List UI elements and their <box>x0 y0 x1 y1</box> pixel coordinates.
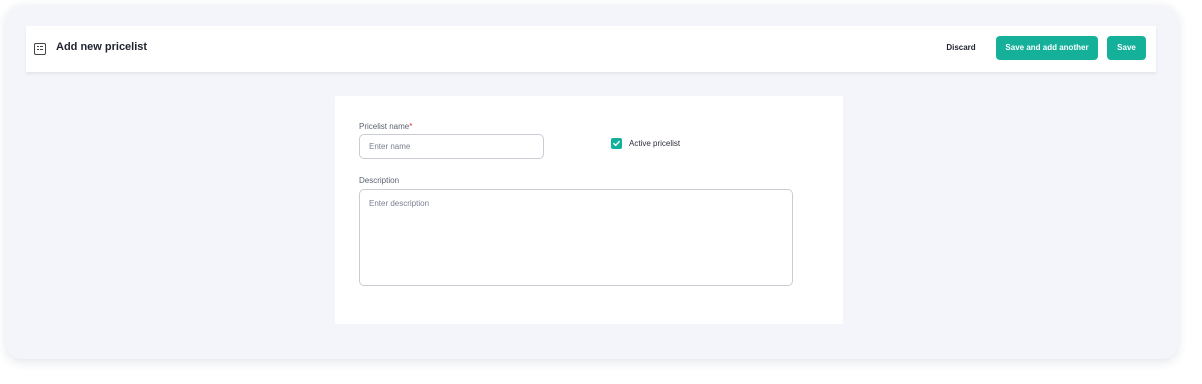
pricelist-name-label-text: Pricelist name <box>359 122 410 131</box>
description-label: Description <box>359 176 400 185</box>
app-window: Add new pricelist Discard Save and add a… <box>6 5 1178 359</box>
pricelist-name-label: Pricelist name* <box>359 122 412 131</box>
pricelist-form-card: Pricelist name* Active pricelist Descrip… <box>335 96 843 324</box>
page-title: Add new pricelist <box>56 41 148 53</box>
active-pricelist-label: Active pricelist <box>629 139 681 148</box>
page-header: Add new pricelist Discard Save and add a… <box>26 26 1156 72</box>
save-and-add-another-button[interactable]: Save and add another <box>996 36 1098 60</box>
active-pricelist-checkbox[interactable] <box>611 138 622 149</box>
pricelist-name-input[interactable] <box>359 134 544 159</box>
description-textarea[interactable] <box>359 189 793 286</box>
pricelist-icon <box>34 43 46 55</box>
save-button[interactable]: Save <box>1107 36 1146 60</box>
checkmark-icon <box>613 140 620 147</box>
required-mark: * <box>409 122 413 131</box>
discard-button[interactable]: Discard <box>936 36 986 60</box>
